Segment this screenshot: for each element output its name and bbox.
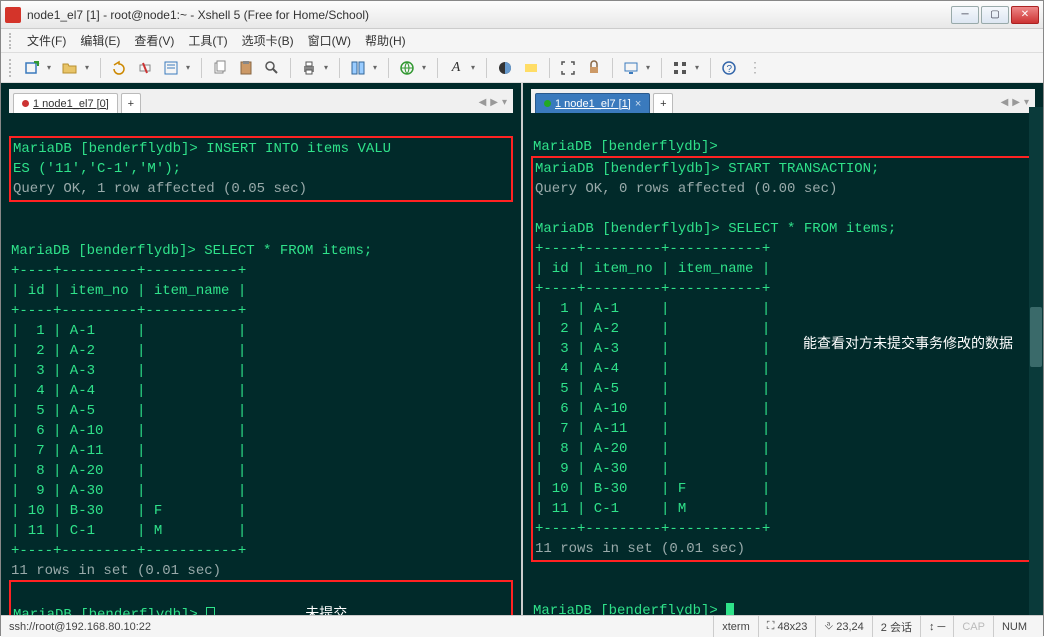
menu-tabs[interactable]: 选项卡(B) (236, 30, 300, 51)
font-icon[interactable]: A (445, 57, 467, 79)
status-size: ⛶48x23 (758, 616, 816, 637)
status-sessions: 2 会话 (872, 616, 920, 637)
highlight-box-prompt: MariaDB [benderflydb]> 未提交 (9, 580, 513, 615)
copy-icon[interactable] (209, 57, 231, 79)
annotation-left: 未提交 (305, 605, 347, 615)
menubar-handle[interactable] (9, 33, 15, 49)
layout-dropdown[interactable]: ▾ (373, 63, 381, 72)
new-session-icon[interactable]: + (21, 57, 43, 79)
menu-file[interactable]: 文件(F) (21, 30, 72, 51)
fullscreen-icon[interactable] (557, 57, 579, 79)
help-icon[interactable]: ? (718, 57, 740, 79)
find-icon[interactable] (261, 57, 283, 79)
new-session-dropdown[interactable]: ▾ (47, 63, 55, 72)
layout-icon[interactable] (347, 57, 369, 79)
add-tab-button[interactable]: + (121, 93, 141, 113)
add-tab-button[interactable]: + (653, 93, 673, 113)
font-dropdown[interactable]: ▾ (471, 63, 479, 72)
tab-next-icon[interactable]: ▶ (490, 93, 498, 113)
print-icon[interactable] (298, 57, 320, 79)
window-controls: ─ ▢ ✕ (951, 6, 1039, 24)
highlight-box-insert: MariaDB [benderflydb]> INSERT INTO items… (9, 136, 513, 202)
cursor-icon (726, 603, 734, 615)
lock-icon[interactable] (583, 57, 605, 79)
cursor-icon (206, 607, 215, 615)
status-dot-icon (544, 100, 551, 107)
menu-view[interactable]: 查看(V) (128, 30, 180, 51)
svg-text:?: ? (727, 64, 733, 75)
paste-icon[interactable] (235, 57, 257, 79)
tab-prev-icon[interactable]: ◀ (1001, 93, 1009, 113)
status-term: xterm (713, 616, 758, 637)
annotation-right: 能查看对方未提交事务修改的数据 (803, 333, 1013, 353)
status-dot-icon (22, 100, 29, 107)
terminal-output-right[interactable]: MariaDB [benderflydb]> MariaDB [benderfl… (531, 113, 1035, 615)
menu-help[interactable]: 帮助(H) (359, 30, 412, 51)
tab-label: 1 node1_el7 [1] (555, 94, 631, 114)
status-connection: ssh://root@192.168.80.10:22 (9, 616, 713, 637)
menu-tools[interactable]: 工具(T) (182, 30, 233, 51)
close-button[interactable]: ✕ (1011, 6, 1039, 24)
status-cap: CAP (953, 616, 993, 637)
tab-label: 1 node1_el7 [0] (33, 94, 109, 114)
statusbar: ssh://root@192.168.80.10:22 xterm ⛶48x23… (1, 615, 1043, 637)
terminal-pane-left[interactable]: 1 node1_el7 [0] + ◀ ▶ ▾ MariaDB [benderf… (1, 83, 523, 615)
toolbar-handle[interactable] (9, 59, 15, 77)
svg-text:+: + (35, 60, 40, 68)
maximize-button[interactable]: ▢ (981, 6, 1009, 24)
properties-dropdown[interactable]: ▾ (186, 63, 194, 72)
titlebar: node1_el7 [1] - root@node1:~ - Xshell 5 … (1, 1, 1043, 29)
toolbar-options-dropdown[interactable]: ▾ (695, 63, 703, 72)
globe-dropdown[interactable]: ▾ (422, 63, 430, 72)
tab-close-icon[interactable]: × (635, 94, 641, 114)
terminal-output-left[interactable]: MariaDB [benderflydb]> INSERT INTO items… (9, 113, 513, 615)
tab-menu-icon[interactable]: ▾ (502, 93, 507, 113)
status-transfer: ↕ ─ (920, 616, 953, 637)
highlight-box-right: MariaDB [benderflydb]> START TRANSACTION… (531, 156, 1035, 562)
toolbar: + ▾ ▾ ▾ ▾ ▾ ▾ A ▾ ▾ ▾ ? ⋮ (1, 53, 1043, 83)
disconnect-icon[interactable] (134, 57, 156, 79)
globe-icon[interactable] (396, 57, 418, 79)
window-title: node1_el7 [1] - root@node1:~ - Xshell 5 … (27, 8, 951, 22)
left-tabstrip: 1 node1_el7 [0] + ◀ ▶ ▾ (9, 89, 513, 113)
tab-nav: ◀ ▶ ▾ (479, 93, 507, 113)
toolbar-overflow-icon[interactable]: ⋮ (744, 57, 766, 79)
app-icon (5, 7, 21, 23)
terminal-pane-right[interactable]: 1 node1_el7 [1] × + ◀ ▶ ▾ MariaDB [bende… (523, 83, 1043, 615)
tab-prev-icon[interactable]: ◀ (479, 93, 487, 113)
tab-node1-left[interactable]: 1 node1_el7 [0] (13, 93, 118, 113)
status-num: NUM (993, 616, 1035, 637)
menubar: 文件(F) 编辑(E) 查看(V) 工具(T) 选项卡(B) 窗口(W) 帮助(… (1, 29, 1043, 53)
transfer-icon[interactable] (620, 57, 642, 79)
tab-next-icon[interactable]: ▶ (1012, 93, 1020, 113)
scrollbar[interactable] (1029, 107, 1043, 615)
split-panes: 1 node1_el7 [0] + ◀ ▶ ▾ MariaDB [benderf… (1, 83, 1043, 615)
open-session-icon[interactable] (59, 57, 81, 79)
right-tabstrip: 1 node1_el7 [1] × + ◀ ▶ ▾ (531, 89, 1035, 113)
tab-nav: ◀ ▶ ▾ (1001, 93, 1029, 113)
color-scheme-icon[interactable] (494, 57, 516, 79)
highlight-icon[interactable] (520, 57, 542, 79)
tab-node1-right[interactable]: 1 node1_el7 [1] × (535, 93, 650, 113)
scrollbar-thumb[interactable] (1030, 307, 1042, 367)
status-pos: ⎀23,24 (815, 616, 871, 637)
transfer-dropdown[interactable]: ▾ (646, 63, 654, 72)
menu-edit[interactable]: 编辑(E) (74, 30, 126, 51)
toolbar-options-icon[interactable] (669, 57, 691, 79)
menu-window[interactable]: 窗口(W) (302, 30, 357, 51)
print-dropdown[interactable]: ▾ (324, 63, 332, 72)
properties-icon[interactable] (160, 57, 182, 79)
reconnect-icon[interactable] (108, 57, 130, 79)
open-session-dropdown[interactable]: ▾ (85, 63, 93, 72)
minimize-button[interactable]: ─ (951, 6, 979, 24)
